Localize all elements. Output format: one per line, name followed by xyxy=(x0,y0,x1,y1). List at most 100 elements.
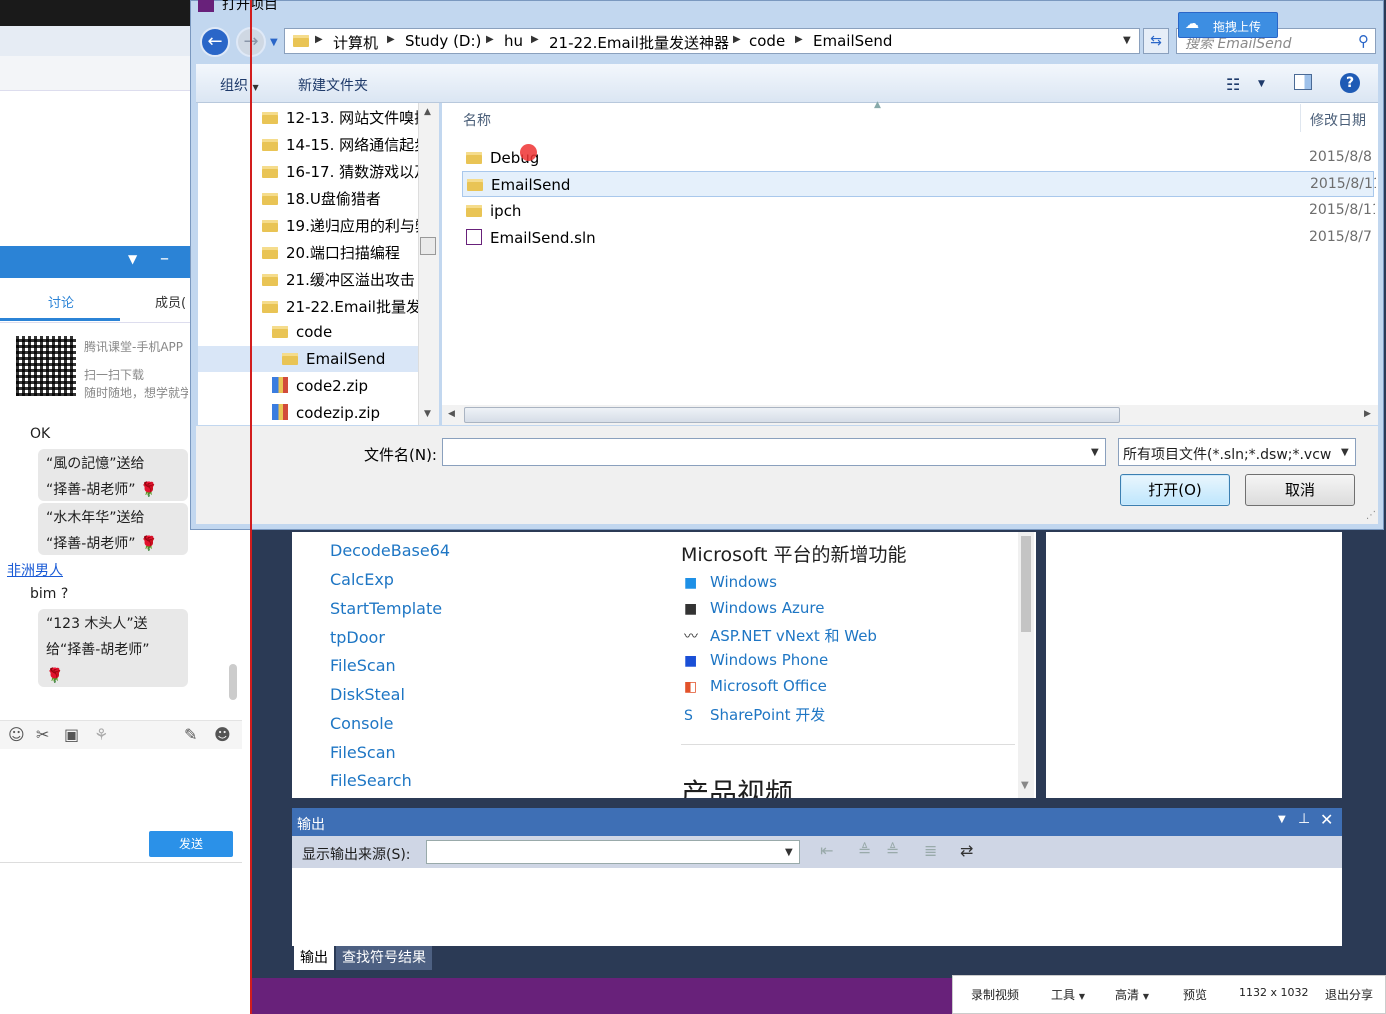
recent-project-link[interactable]: Console xyxy=(330,714,394,733)
recent-project-link[interactable]: DiskSteal xyxy=(330,685,405,704)
contact-icon[interactable]: ☻ xyxy=(214,725,231,744)
open-button[interactable]: 打开(O) xyxy=(1120,474,1230,506)
tree-folder[interactable]: 14-15. 网络通信起步 xyxy=(262,134,418,155)
edit-icon[interactable]: ✎ xyxy=(184,725,197,744)
breadcrumb-item[interactable]: Study (D:) xyxy=(405,32,481,50)
goto-icon[interactable]: ⇤ xyxy=(820,841,833,860)
refresh-button[interactable]: ⇆ xyxy=(1143,28,1169,54)
scroll-left-icon[interactable]: ◀ xyxy=(448,409,455,419)
ms-link-windows[interactable]: ■ Windows xyxy=(684,573,777,591)
next-message-icon[interactable]: ≜ xyxy=(886,841,899,860)
back-button[interactable]: ← xyxy=(200,27,230,57)
scrollbar-thumb[interactable] xyxy=(420,237,436,255)
help-icon[interactable]: ? xyxy=(1340,73,1360,93)
preview-button[interactable]: 预览 xyxy=(1183,986,1207,1003)
recent-project-link[interactable]: FileSearch xyxy=(330,771,412,790)
scroll-up-icon[interactable]: ▲ xyxy=(424,107,431,117)
tree-folder[interactable]: 18.U盘偷猎者 xyxy=(262,188,418,209)
tab-output[interactable]: 输出 xyxy=(294,946,334,970)
filename-input[interactable]: ▼ xyxy=(442,438,1106,466)
chevron-right-icon[interactable]: ▶ xyxy=(486,34,494,45)
tree-folder[interactable]: 21.缓冲区溢出攻击 xyxy=(262,269,418,290)
file-row[interactable]: Debug 2015/8/8 xyxy=(462,145,1374,171)
chevron-down-icon[interactable]: ▼ xyxy=(128,252,137,266)
scroll-down-icon[interactable]: ▼ xyxy=(424,409,431,419)
image-icon[interactable]: ▣ xyxy=(64,725,79,744)
scroll-right-icon[interactable]: ▶ xyxy=(1364,409,1371,419)
recent-project-link[interactable]: FileScan xyxy=(330,743,396,762)
user-link[interactable]: 非洲男人 xyxy=(7,560,63,580)
tree-file[interactable]: code2.zip xyxy=(272,377,418,395)
file-row[interactable]: EmailSend.sln 2015/8/7 xyxy=(462,225,1374,251)
tree-file[interactable]: codezip.zip xyxy=(272,404,418,422)
clear-all-icon[interactable]: ≣ xyxy=(924,841,937,860)
tree-folder[interactable]: 12-13. 网站文件嗅探 xyxy=(262,107,418,128)
tree-folder[interactable]: 19.递归应用的利与弊 xyxy=(262,215,418,236)
cancel-button[interactable]: 取消 xyxy=(1245,474,1355,506)
close-icon[interactable]: ✕ xyxy=(1320,810,1333,829)
chat-window-bar[interactable]: ▼ – xyxy=(0,246,190,278)
exit-share-button[interactable]: 退出分享 xyxy=(1325,986,1373,1003)
tree-folder-selected[interactable]: EmailSend xyxy=(282,350,418,368)
chevron-right-icon[interactable]: ▶ xyxy=(795,34,803,45)
chevron-down-icon[interactable]: ▼ xyxy=(1278,814,1286,825)
organize-menu[interactable]: 组织 ▼ xyxy=(220,75,259,95)
word-wrap-icon[interactable]: ⇄ xyxy=(960,841,973,860)
view-options-icon[interactable]: ☷ xyxy=(1226,75,1240,94)
preview-pane-icon[interactable] xyxy=(1294,74,1312,90)
upload-badge[interactable]: ☁ 拖拽上传 xyxy=(1178,12,1278,38)
scroll-down-icon[interactable]: ▼ xyxy=(1021,780,1029,791)
tree-folder[interactable]: 21-22.Email批量发送 xyxy=(262,296,418,317)
chat-scrollbar[interactable] xyxy=(229,664,237,700)
tree-folder[interactable]: code xyxy=(272,323,418,341)
chevron-right-icon[interactable]: ▶ xyxy=(531,34,539,45)
breadcrumb-item[interactable]: code xyxy=(749,32,785,50)
ms-link-office[interactable]: ◧ Microsoft Office xyxy=(684,677,827,695)
flower-icon[interactable]: ⚘ xyxy=(94,725,108,744)
recent-project-link[interactable]: tpDoor xyxy=(330,628,385,647)
chevron-right-icon[interactable]: ▶ xyxy=(387,34,395,45)
tab-members[interactable]: 成员( xyxy=(155,292,186,311)
tab-find-symbol-results[interactable]: 查找符号结果 xyxy=(336,946,432,970)
recent-locations-icon[interactable]: ▼ xyxy=(270,37,278,48)
filetype-select[interactable]: 所有项目文件(*.sln;*.dsw;*.vcw ▼ xyxy=(1118,438,1356,466)
pin-icon[interactable]: ⊥ xyxy=(1298,811,1310,827)
new-folder-button[interactable]: 新建文件夹 xyxy=(298,75,368,95)
chevron-down-icon[interactable]: ▼ xyxy=(1123,35,1131,46)
tree-folder[interactable]: 20.端口扫描编程 xyxy=(262,242,418,263)
prev-message-icon[interactable]: ≜ xyxy=(858,841,871,860)
emoji-icon[interactable]: ☺ xyxy=(8,725,25,744)
chevron-right-icon[interactable]: ▶ xyxy=(315,34,323,45)
tab-discuss[interactable]: 讨论 xyxy=(48,292,74,311)
column-header-name[interactable]: 名称 xyxy=(463,110,491,130)
scrollbar-thumb[interactable] xyxy=(464,407,1120,423)
recent-project-link[interactable]: CalcExp xyxy=(330,570,394,589)
quality-menu[interactable]: 高清 ▼ xyxy=(1115,986,1149,1003)
breadcrumb-item[interactable]: hu xyxy=(504,32,523,50)
file-row-selected[interactable]: EmailSend 2015/8/11 xyxy=(462,171,1376,197)
address-bar[interactable]: ▶ 计算机 ▶ Study (D:) ▶ hu ▶ 21-22.Email批量发… xyxy=(284,28,1140,54)
navigation-scrollbar[interactable]: ▲ ▼ xyxy=(418,103,439,425)
column-header-date[interactable]: 修改日期 xyxy=(1310,110,1366,130)
file-row[interactable]: ipch 2015/8/11 xyxy=(462,198,1375,224)
chevron-down-icon[interactable]: ▼ xyxy=(1258,79,1265,89)
resize-grip-icon[interactable]: ⋰ xyxy=(1366,510,1376,521)
output-source-select[interactable]: ▼ xyxy=(426,840,800,864)
recent-project-link[interactable]: DecodeBase64 xyxy=(330,541,450,560)
chevron-down-icon[interactable]: ▼ xyxy=(1091,447,1099,458)
scissors-icon[interactable]: ✂ xyxy=(36,725,49,744)
breadcrumb-item[interactable]: EmailSend xyxy=(813,32,892,50)
tree-folder[interactable]: 16-17. 猜数游戏以及 xyxy=(262,161,418,182)
ms-link-windows-phone[interactable]: ■ Windows Phone xyxy=(684,651,828,669)
ms-link-sharepoint[interactable]: S SharePoint 开发 xyxy=(684,704,825,725)
breadcrumb-item[interactable]: 21-22.Email批量发送神器 xyxy=(549,32,729,53)
minimize-icon[interactable]: – xyxy=(160,248,169,269)
ms-link-azure[interactable]: ■ Windows Azure xyxy=(684,599,824,617)
tools-menu[interactable]: 工具 ▼ xyxy=(1051,986,1085,1003)
record-video-button[interactable]: 录制视频 xyxy=(971,986,1019,1003)
breadcrumb-item[interactable]: 计算机 xyxy=(333,32,378,53)
output-text-area[interactable] xyxy=(292,868,1342,946)
ms-link-aspnet[interactable]: 〰 ASP.NET vNext 和 Web xyxy=(684,625,877,646)
search-icon[interactable]: ⚲ xyxy=(1358,32,1369,50)
recent-project-link[interactable]: FileScan xyxy=(330,656,396,675)
